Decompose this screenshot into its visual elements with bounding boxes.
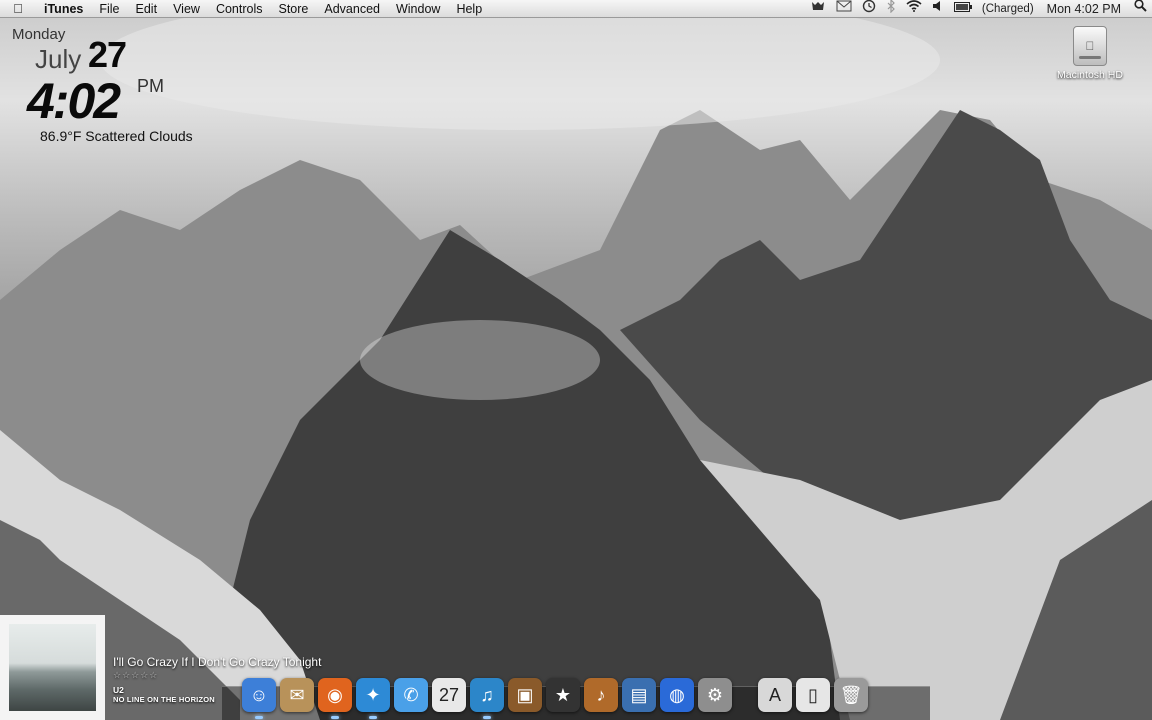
menu-controls[interactable]: Controls bbox=[208, 0, 271, 18]
bluetooth-icon[interactable] bbox=[881, 0, 901, 19]
dock: ☺ ✉ ◉ ✦ ✆ 27 ♫ ▣ ★ ♪ ▤ ◍ ⚙ A ▯ 🗑 bbox=[242, 670, 872, 719]
trash-icon[interactable]: 🗑 bbox=[834, 678, 868, 712]
firefox-icon[interactable]: ◉ bbox=[318, 678, 352, 719]
applications-stack-glyph: A bbox=[768, 684, 781, 705]
ichat-glyph: ✆ bbox=[403, 684, 419, 705]
album-art-widget[interactable] bbox=[0, 615, 105, 720]
macintosh-hd-desktop-icon[interactable]: Macintosh HD bbox=[1052, 26, 1128, 81]
battery-icon[interactable] bbox=[949, 0, 977, 18]
ichat-icon[interactable]: ✆ bbox=[394, 678, 428, 712]
menu-store[interactable]: Store bbox=[270, 0, 316, 18]
iphoto-icon[interactable]: ▣ bbox=[508, 678, 542, 712]
garageband-icon[interactable]: ♪ bbox=[584, 678, 618, 712]
menu-bar:  iTunes File Edit View Controls Store A… bbox=[0, 0, 1152, 18]
menubar-clock[interactable]: Mon 4:02 PM bbox=[1039, 0, 1129, 18]
menu-app-itunes[interactable]: iTunes bbox=[36, 0, 91, 18]
applications-stack-icon[interactable]: A bbox=[758, 678, 792, 712]
google-earth-glyph: ◍ bbox=[669, 684, 685, 705]
menu-window[interactable]: Window bbox=[388, 0, 448, 18]
running-indicator bbox=[331, 716, 339, 719]
apple-menu-icon[interactable]:  bbox=[0, 1, 36, 16]
safari-glyph: ✦ bbox=[365, 684, 381, 705]
time-display: 4:02 bbox=[27, 73, 121, 129]
wifi-icon[interactable] bbox=[901, 0, 927, 18]
trash-glyph: 🗑 bbox=[839, 684, 863, 705]
growl-icon[interactable] bbox=[805, 0, 831, 18]
imovie-glyph: ★ bbox=[554, 684, 572, 705]
imovie-icon[interactable]: ★ bbox=[546, 678, 580, 712]
mail-stamp-glyph: ✉ bbox=[289, 684, 305, 705]
hard-drive-icon[interactable] bbox=[1073, 26, 1107, 66]
finder-glyph: ☺ bbox=[249, 684, 269, 705]
date-time-weather-widget: Monday July 27 4:02 PM 86.9°F Scattered … bbox=[12, 26, 193, 144]
battery-status-text[interactable]: (Charged) bbox=[977, 0, 1039, 18]
safari-icon[interactable]: ✦ bbox=[356, 678, 390, 719]
iphoto-glyph: ▣ bbox=[516, 684, 534, 705]
itunes-icon[interactable]: ♫ bbox=[470, 678, 504, 719]
itunes-glyph: ♫ bbox=[480, 684, 494, 705]
song-title: I'll Go Crazy If I Don't Go Crazy Tonigh… bbox=[113, 655, 322, 669]
documents-folder-glyph: ▯ bbox=[808, 684, 818, 705]
ampm-label: PM bbox=[137, 76, 164, 96]
time-machine-icon[interactable] bbox=[857, 0, 881, 19]
mountain-landscape bbox=[0, 0, 1152, 720]
weekday-label: Monday bbox=[12, 26, 66, 43]
menu-file[interactable]: File bbox=[91, 0, 127, 18]
mail-stamp-icon[interactable]: ✉ bbox=[280, 678, 314, 712]
volume-icon[interactable] bbox=[927, 0, 949, 18]
finder-icon[interactable]: ☺ bbox=[242, 678, 276, 719]
weather-text: 86.9°F Scattered Clouds bbox=[40, 128, 193, 144]
running-indicator bbox=[369, 716, 377, 719]
google-earth-icon[interactable]: ◍ bbox=[660, 678, 694, 712]
album-cover-image bbox=[9, 624, 96, 711]
menu-help[interactable]: Help bbox=[448, 0, 490, 18]
date-number: 27 bbox=[88, 34, 127, 75]
ical-icon[interactable]: 27 bbox=[432, 678, 466, 712]
documents-stack-icon[interactable]: ▤ bbox=[622, 678, 656, 712]
ical-glyph: 27 bbox=[438, 684, 460, 705]
menu-edit[interactable]: Edit bbox=[128, 0, 166, 18]
desktop-wallpaper bbox=[0, 0, 1152, 720]
firefox-glyph: ◉ bbox=[327, 684, 343, 705]
menu-advanced[interactable]: Advanced bbox=[316, 0, 388, 18]
menu-extras: (Charged) Mon 4:02 PM bbox=[805, 0, 1152, 18]
macintosh-hd-label[interactable]: Macintosh HD bbox=[1052, 69, 1128, 81]
running-indicator bbox=[255, 716, 263, 719]
documents-stack-glyph: ▤ bbox=[630, 684, 648, 705]
spotlight-icon[interactable] bbox=[1129, 0, 1152, 18]
mail-icon[interactable] bbox=[831, 0, 857, 18]
garageband-glyph: ♪ bbox=[596, 684, 606, 705]
documents-folder-icon[interactable]: ▯ bbox=[796, 678, 830, 712]
running-indicator bbox=[483, 716, 491, 719]
menu-view[interactable]: View bbox=[165, 0, 208, 18]
month-label: July bbox=[35, 44, 82, 74]
system-preferences-glyph: ⚙ bbox=[706, 684, 724, 705]
system-preferences-icon[interactable]: ⚙ bbox=[698, 678, 732, 712]
